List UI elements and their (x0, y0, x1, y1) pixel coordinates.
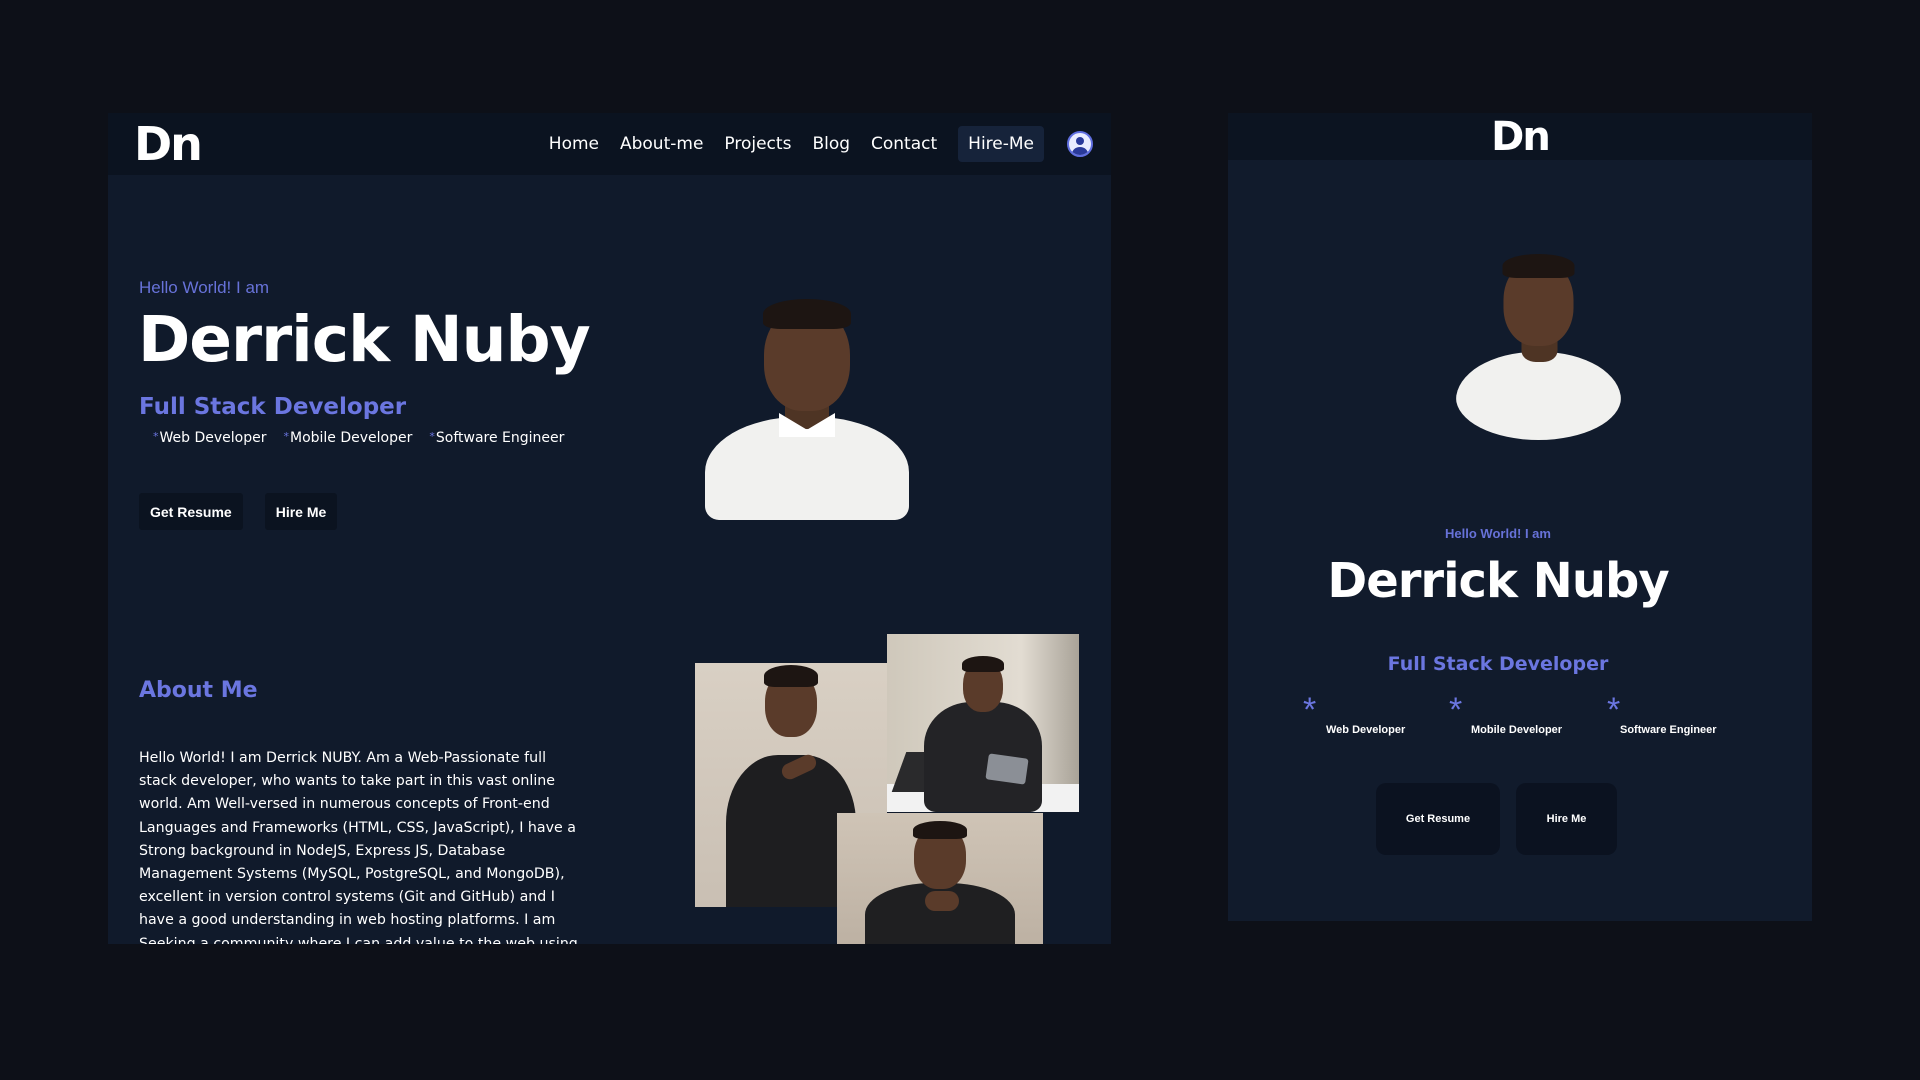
site-logo[interactable]: Dn (134, 121, 203, 167)
asterisk-icon: * (153, 430, 159, 443)
profile-portrait (705, 285, 909, 520)
asterisk-icon: * (429, 430, 435, 443)
mobile-mockup: Dn Hello World! I am Derrick Nuby Full S… (1228, 113, 1812, 921)
mobile-site-logo[interactable]: Dn (1491, 117, 1551, 157)
skill-item: *Mobile Developer (283, 430, 412, 446)
nav-link-contact[interactable]: Contact (871, 134, 937, 154)
mobile-skill-item: * Software Engineer (1607, 691, 1717, 736)
mobile-hero-name: Derrick Nuby (1327, 553, 1669, 609)
mobile-hero-buttons: Get Resume Hire Me (1376, 783, 1617, 855)
hero-greeting: Hello World! I am (139, 278, 270, 297)
about-text: Hello World! I am Derrick NUBY. Am a Web… (139, 750, 578, 944)
asterisk-icon: * (1607, 691, 1621, 729)
nav-link-projects[interactable]: Projects (724, 134, 791, 154)
mobile-skill-item: * Mobile Developer (1449, 691, 1562, 736)
skill-item: *Web Developer (153, 430, 266, 446)
hire-me-button[interactable]: Hire Me (264, 493, 338, 530)
nav-link-about-me[interactable]: About-me (620, 134, 703, 154)
user-circle-icon[interactable] (1067, 131, 1093, 157)
mobile-skill-label: Software Engineer (1620, 724, 1717, 736)
nav-link-hire-me[interactable]: Hire-Me (958, 126, 1044, 162)
mobile-get-resume-button[interactable]: Get Resume (1376, 783, 1500, 855)
mobile-skill-label: Web Developer (1326, 724, 1406, 736)
hero-role: Full Stack Developer (139, 394, 407, 420)
asterisk-icon: * (283, 430, 289, 443)
mobile-navbar: Dn (1228, 113, 1812, 160)
mobile-hire-me-button[interactable]: Hire Me (1516, 783, 1617, 855)
asterisk-icon: * (1449, 691, 1463, 729)
hero-name: Derrick Nuby (138, 303, 591, 376)
mobile-skill-item: * Web Developer (1303, 691, 1405, 736)
desktop-navbar: Dn Home About-me Projects Blog Contact H… (108, 113, 1111, 175)
mobile-profile-portrait (1456, 248, 1621, 440)
desktop-mockup: Dn Home About-me Projects Blog Contact H… (108, 113, 1111, 944)
get-resume-button[interactable]: Get Resume (139, 493, 243, 530)
mobile-hero-greeting: Hello World! I am (1445, 526, 1551, 541)
skill-item: *Software Engineer (429, 430, 564, 446)
skill-label: Web Developer (159, 430, 267, 446)
hero-buttons: Get Resume Hire Me (139, 493, 338, 530)
gallery-photo-smiling (837, 813, 1043, 944)
gallery-photo-desk (887, 634, 1079, 812)
skill-label: Mobile Developer (289, 430, 413, 446)
asterisk-icon: * (1303, 691, 1317, 729)
skill-label: Software Engineer (435, 430, 565, 446)
mobile-skill-label: Mobile Developer (1471, 724, 1563, 736)
nav-link-blog[interactable]: Blog (812, 134, 850, 154)
nav-link-home[interactable]: Home (549, 134, 599, 154)
mobile-hero-role: Full Stack Developer (1387, 653, 1609, 675)
about-title: About Me (139, 678, 258, 703)
desktop-nav-menu: Home About-me Projects Blog Contact Hire… (549, 126, 1093, 162)
mobile-hero-skills: * Web Developer * Mobile Developer * Sof… (1303, 691, 1743, 745)
hero-skills: *Web Developer *Mobile Developer *Softwa… (153, 430, 564, 446)
showcase: Dn Home About-me Projects Blog Contact H… (0, 0, 1920, 1080)
